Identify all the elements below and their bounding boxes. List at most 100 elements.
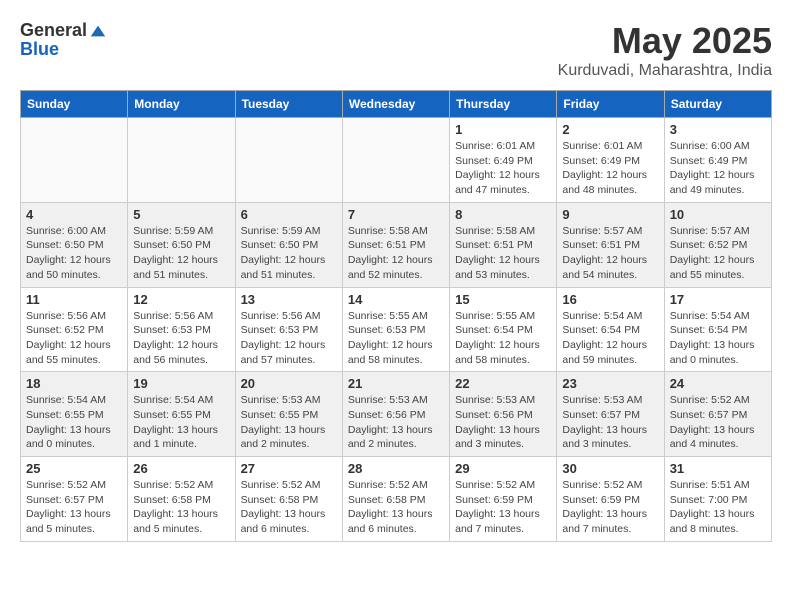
- day-number: 1: [455, 122, 551, 137]
- day-info: Sunrise: 5:52 AMSunset: 6:58 PMDaylight:…: [133, 478, 229, 537]
- day-number: 4: [26, 207, 122, 222]
- calendar-day-cell: 30 Sunrise: 5:52 AMSunset: 6:59 PMDayligh…: [557, 457, 664, 542]
- day-number: 9: [562, 207, 658, 222]
- header: General Blue May 2025 Kurduvadi, Maharas…: [20, 20, 772, 80]
- day-info: Sunrise: 5:52 AMSunset: 6:59 PMDaylight:…: [562, 478, 658, 537]
- day-number: 17: [670, 292, 766, 307]
- calendar-day-cell: 13Sunrise: 5:56 AMSunset: 6:53 PMDayligh…: [235, 287, 342, 372]
- day-number: 24: [670, 376, 766, 391]
- day-info: Sunrise: 5:56 AMSunset: 6:52 PMDaylight:…: [26, 309, 122, 368]
- day-number: 21: [348, 376, 444, 391]
- day-info: Sunrise: 5:52 AMSunset: 6:57 PMDaylight:…: [26, 478, 122, 537]
- day-number: 31: [670, 461, 766, 476]
- day-info: Sunrise: 5:54 AMSunset: 6:54 PMDaylight:…: [670, 309, 766, 368]
- calendar-day-cell: 11 Sunrise: 5:56 AMSunset: 6:52 PMDayligh…: [21, 287, 128, 372]
- calendar-day-cell: 22 Sunrise: 5:53 AMSunset: 6:56 PMDayligh…: [450, 372, 557, 457]
- calendar-day-cell: [235, 118, 342, 203]
- calendar-day-cell: 14 Sunrise: 5:55 AMSunset: 6:53 PMDayligh…: [342, 287, 449, 372]
- day-number: 19: [133, 376, 229, 391]
- day-header-thursday: Thursday: [450, 91, 557, 118]
- title-area: May 2025 Kurduvadi, Maharashtra, India: [558, 20, 772, 80]
- day-info: Sunrise: 5:58 AMSunset: 6:51 PMDaylight:…: [348, 224, 444, 283]
- calendar-day-cell: 15Sunrise: 5:55 AMSunset: 6:54 PMDayligh…: [450, 287, 557, 372]
- day-info: Sunrise: 5:52 AMSunset: 6:59 PMDaylight:…: [455, 478, 551, 537]
- day-info: Sunrise: 6:01 AMSunset: 6:49 PMDaylight:…: [455, 139, 551, 198]
- logo-icon: [89, 22, 107, 40]
- day-number: 14: [348, 292, 444, 307]
- calendar-week-row: 25 Sunrise: 5:52 AMSunset: 6:57 PMDayligh…: [21, 457, 772, 542]
- calendar-week-row: 11 Sunrise: 5:56 AMSunset: 6:52 PMDayligh…: [21, 287, 772, 372]
- day-number: 25: [26, 461, 122, 476]
- day-info: Sunrise: 5:59 AMSunset: 6:50 PMDaylight:…: [241, 224, 337, 283]
- day-number: 11: [26, 292, 122, 307]
- calendar-day-cell: [21, 118, 128, 203]
- calendar-day-cell: 17 Sunrise: 5:54 AMSunset: 6:54 PMDayligh…: [664, 287, 771, 372]
- day-header-wednesday: Wednesday: [342, 91, 449, 118]
- day-info: Sunrise: 5:51 AMSunset: 7:00 PMDaylight:…: [670, 478, 766, 537]
- logo-general: General: [20, 20, 87, 41]
- day-number: 16: [562, 292, 658, 307]
- calendar-week-row: 18 Sunrise: 5:54 AMSunset: 6:55 PMDayligh…: [21, 372, 772, 457]
- day-number: 12: [133, 292, 229, 307]
- calendar-day-cell: 23 Sunrise: 5:53 AMSunset: 6:57 PMDayligh…: [557, 372, 664, 457]
- day-info: Sunrise: 5:57 AMSunset: 6:52 PMDaylight:…: [670, 224, 766, 283]
- day-header-tuesday: Tuesday: [235, 91, 342, 118]
- day-info: Sunrise: 5:54 AMSunset: 6:55 PMDaylight:…: [133, 393, 229, 452]
- calendar-day-cell: 12 Sunrise: 5:56 AMSunset: 6:53 PMDayligh…: [128, 287, 235, 372]
- calendar-day-cell: 5 Sunrise: 5:59 AMSunset: 6:50 PMDaylight…: [128, 202, 235, 287]
- calendar-day-cell: 19 Sunrise: 5:54 AMSunset: 6:55 PMDayligh…: [128, 372, 235, 457]
- day-info: Sunrise: 5:55 AMSunset: 6:53 PMDaylight:…: [348, 309, 444, 368]
- day-number: 2: [562, 122, 658, 137]
- calendar-day-cell: [128, 118, 235, 203]
- logo: General Blue: [20, 20, 107, 60]
- day-info: Sunrise: 5:52 AMSunset: 6:58 PMDaylight:…: [241, 478, 337, 537]
- day-number: 18: [26, 376, 122, 391]
- day-number: 8: [455, 207, 551, 222]
- calendar-day-cell: 31 Sunrise: 5:51 AMSunset: 7:00 PMDayligh…: [664, 457, 771, 542]
- day-info: Sunrise: 5:54 AMSunset: 6:54 PMDaylight:…: [562, 309, 658, 368]
- day-number: 3: [670, 122, 766, 137]
- calendar-header-row: SundayMondayTuesdayWednesdayThursdayFrid…: [21, 91, 772, 118]
- day-header-sunday: Sunday: [21, 91, 128, 118]
- day-info: Sunrise: 5:53 AMSunset: 6:55 PMDaylight:…: [241, 393, 337, 452]
- day-info: Sunrise: 5:54 AMSunset: 6:55 PMDaylight:…: [26, 393, 122, 452]
- day-header-friday: Friday: [557, 91, 664, 118]
- day-header-saturday: Saturday: [664, 91, 771, 118]
- day-info: Sunrise: 5:52 AMSunset: 6:57 PMDaylight:…: [670, 393, 766, 452]
- calendar-day-cell: 18 Sunrise: 5:54 AMSunset: 6:55 PMDayligh…: [21, 372, 128, 457]
- calendar-day-cell: [342, 118, 449, 203]
- day-info: Sunrise: 5:58 AMSunset: 6:51 PMDaylight:…: [455, 224, 551, 283]
- day-number: 20: [241, 376, 337, 391]
- day-info: Sunrise: 5:57 AMSunset: 6:51 PMDaylight:…: [562, 224, 658, 283]
- day-number: 15: [455, 292, 551, 307]
- calendar-day-cell: 7Sunrise: 5:58 AMSunset: 6:51 PMDaylight…: [342, 202, 449, 287]
- calendar-day-cell: 29 Sunrise: 5:52 AMSunset: 6:59 PMDayligh…: [450, 457, 557, 542]
- day-info: Sunrise: 5:56 AMSunset: 6:53 PMDaylight:…: [133, 309, 229, 368]
- day-number: 28: [348, 461, 444, 476]
- day-info: Sunrise: 6:00 AMSunset: 6:50 PMDaylight:…: [26, 224, 122, 283]
- day-info: Sunrise: 5:59 AMSunset: 6:50 PMDaylight:…: [133, 224, 229, 283]
- calendar-week-row: 4 Sunrise: 6:00 AMSunset: 6:50 PMDaylight…: [21, 202, 772, 287]
- day-info: Sunrise: 6:01 AMSunset: 6:49 PMDaylight:…: [562, 139, 658, 198]
- day-number: 5: [133, 207, 229, 222]
- day-number: 10: [670, 207, 766, 222]
- day-number: 22: [455, 376, 551, 391]
- day-number: 29: [455, 461, 551, 476]
- day-number: 30: [562, 461, 658, 476]
- calendar-day-cell: 2 Sunrise: 6:01 AMSunset: 6:49 PMDaylight…: [557, 118, 664, 203]
- day-number: 6: [241, 207, 337, 222]
- calendar-day-cell: 27Sunrise: 5:52 AMSunset: 6:58 PMDayligh…: [235, 457, 342, 542]
- day-number: 23: [562, 376, 658, 391]
- logo-blue: Blue: [20, 39, 59, 60]
- calendar-day-cell: 3Sunrise: 6:00 AMSunset: 6:49 PMDaylight…: [664, 118, 771, 203]
- day-info: Sunrise: 5:53 AMSunset: 6:56 PMDaylight:…: [455, 393, 551, 452]
- location: Kurduvadi, Maharashtra, India: [558, 62, 772, 80]
- day-info: Sunrise: 5:53 AMSunset: 6:57 PMDaylight:…: [562, 393, 658, 452]
- calendar-day-cell: 1 Sunrise: 6:01 AMSunset: 6:49 PMDaylight…: [450, 118, 557, 203]
- calendar-day-cell: 6 Sunrise: 5:59 AMSunset: 6:50 PMDaylight…: [235, 202, 342, 287]
- day-header-monday: Monday: [128, 91, 235, 118]
- calendar-day-cell: 8 Sunrise: 5:58 AMSunset: 6:51 PMDaylight…: [450, 202, 557, 287]
- calendar-day-cell: 26Sunrise: 5:52 AMSunset: 6:58 PMDayligh…: [128, 457, 235, 542]
- month-year: May 2025: [558, 20, 772, 62]
- day-info: Sunrise: 5:53 AMSunset: 6:56 PMDaylight:…: [348, 393, 444, 452]
